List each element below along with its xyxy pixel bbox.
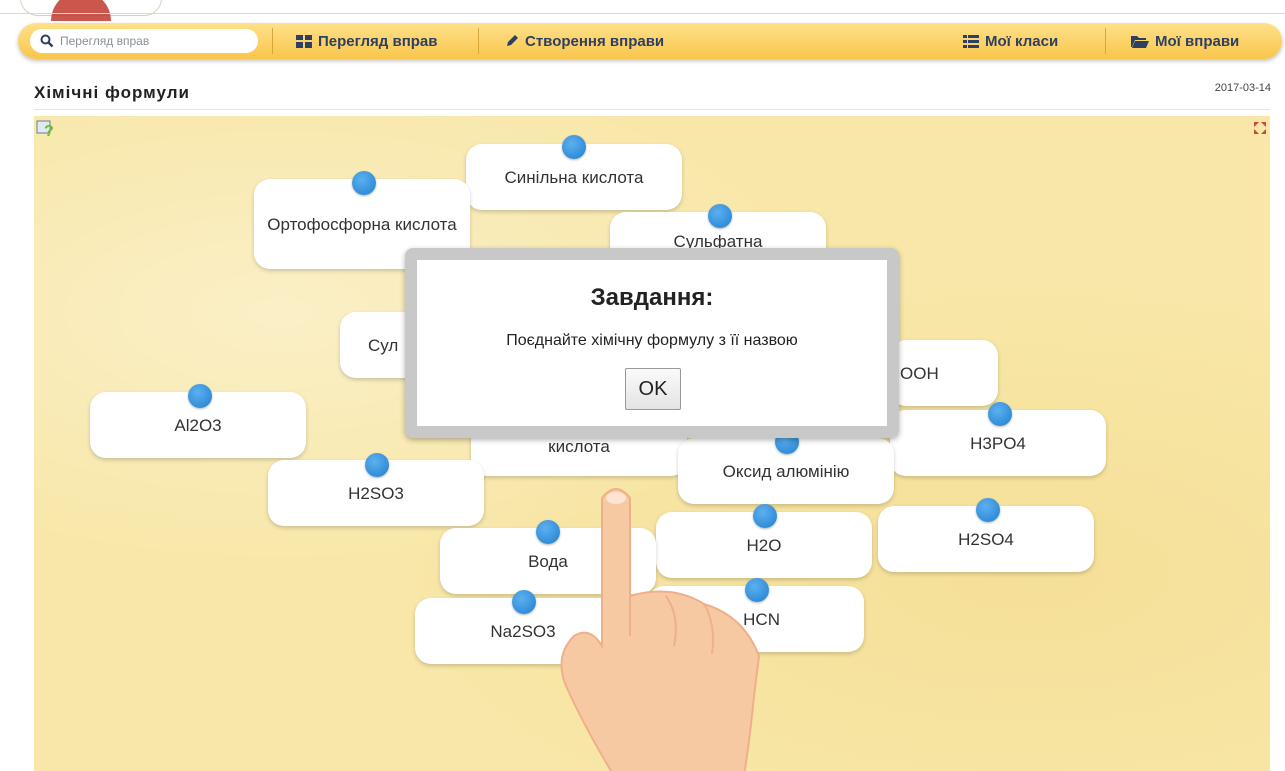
nav-my-exercises[interactable]: Мої вправи [1131,23,1239,59]
ok-button[interactable]: OK [625,368,681,410]
nav-browse-exercises[interactable]: Перегляд вправ [296,23,437,59]
card-label: ООН [900,363,939,383]
search-box[interactable] [30,29,258,53]
answer-card[interactable]: ООН [890,340,998,406]
title-divider [34,109,1270,110]
card-label: Оксид алюмінію [722,461,850,481]
connector-dot[interactable] [352,171,376,195]
task-dialog-text: Поєднайте хімічну формулу з її назвою [506,332,798,349]
connector-dot[interactable] [562,135,586,159]
connector-dot[interactable] [976,498,1000,522]
exercise-stage: ? Синільна кислота Ортофосфорна кислота … [34,116,1270,771]
folder-icon [1131,35,1149,48]
search-input[interactable] [58,33,242,49]
main-navbar: Перегляд вправ Створення вправи Мої клас… [18,23,1282,59]
task-dialog-body: Завдання: Поєднайте хімічну формулу з її… [417,260,887,426]
card-label: Na2SO3 [490,621,556,641]
page-title: Хімічні формули [34,83,190,102]
grid-icon [296,34,312,48]
nav-browse-label: Перегляд вправ [318,32,438,50]
task-dialog-title: Завдання: [590,284,714,311]
connector-dot[interactable] [708,204,732,228]
connector-dot[interactable] [512,590,536,614]
nav-my-classes[interactable]: Мої класи [963,23,1058,59]
card-label: H2SO4 [958,529,1014,549]
card-label: Сул [368,335,399,355]
task-dialog: Завдання: Поєднайте хімічну формулу з її… [405,248,899,438]
pointing-hand-illustration [560,488,761,771]
connector-dot[interactable] [188,384,212,408]
list-icon [963,34,979,48]
nav-separator [272,28,273,54]
card-label: Синільна кислота [504,167,644,187]
top-divider [0,13,1285,14]
card-label: кислота [548,437,610,456]
search-icon [40,34,54,48]
nav-separator [1105,28,1106,54]
nav-create-label: Створення вправи [525,32,665,50]
connector-dot[interactable] [365,453,389,477]
card-label: Al2O3 [174,415,222,435]
nav-exercises-label: Мої вправи [1155,32,1240,50]
pencil-icon [507,35,518,46]
nav-classes-label: Мої класи [985,32,1059,50]
svg-text:?: ? [44,123,54,138]
connector-dot[interactable] [988,402,1012,426]
help-icon[interactable]: ? [36,118,56,138]
card-label: Ортофосфорна кислота [267,214,457,234]
nav-separator [478,28,479,54]
card-label: H3PO4 [970,433,1026,453]
card-label: H2SO3 [348,483,404,503]
fullscreen-icon[interactable] [1254,122,1266,134]
exercise-date: 2017-03-14 [1214,82,1271,94]
nav-create-exercise[interactable]: Створення вправи [505,23,664,59]
